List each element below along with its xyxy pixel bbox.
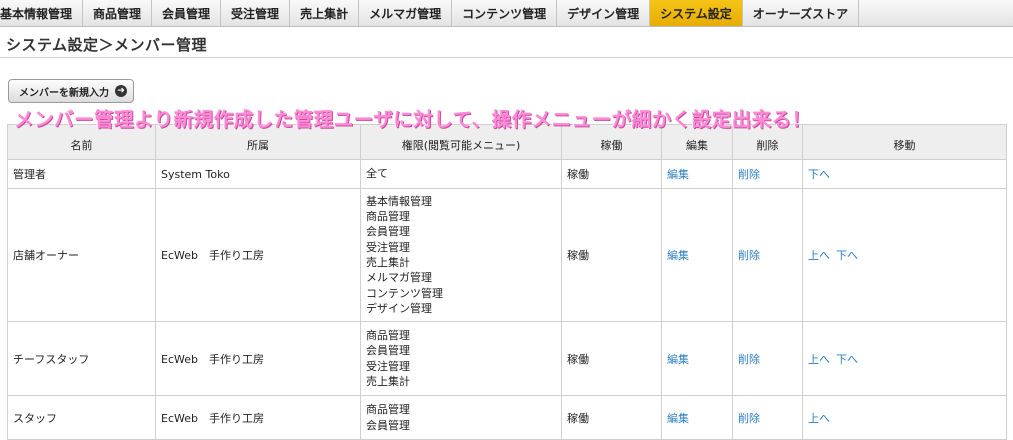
member-affiliation: EcWeb 手作り工房 — [161, 411, 264, 425]
move-down-link[interactable]: 下へ — [836, 353, 858, 366]
member-affiliation: EcWeb 手作り工房 — [161, 352, 264, 366]
member-name-cell: チーフスタッフ — [7, 321, 156, 396]
permission-item: 受注管理 — [366, 359, 410, 373]
member-name: スタッフ — [13, 411, 57, 425]
member-affiliation: EcWeb 手作り工房 — [161, 249, 264, 262]
permission-item: 商品管理 — [366, 403, 410, 417]
permission-item: 会員管理 — [366, 225, 410, 239]
nav-tab-4[interactable]: 売上集計 — [290, 0, 360, 26]
add-member-button-label: メンバーを新規入力 — [19, 87, 109, 99]
permissions-list: 基本情報管理 商品管理 会員管理 受注管理売上集計メルマガ管理 コンテンツ管理 デザイン管… — [366, 192, 556, 318]
permission-item: 売上集計 — [366, 374, 410, 388]
member-name: 管理者 — [13, 168, 46, 181]
permission-item: 会員管理 — [366, 344, 410, 358]
member-status-cell: 稼働 — [561, 159, 662, 189]
permission-item: 受注管理 — [366, 240, 410, 254]
permission-item: コンテンツ管理 — [366, 286, 443, 300]
permission-item: 全て — [366, 167, 388, 181]
edit-link[interactable]: 編集 — [667, 168, 689, 181]
member-name-cell: 店舗オーナー — [7, 188, 156, 322]
member-status: 稼働 — [567, 352, 589, 366]
nav-tab-9[interactable]: オーナーズストア — [743, 0, 860, 26]
permissions-list: 全て — [366, 164, 556, 183]
delete-link[interactable]: 削除 — [738, 412, 760, 425]
member-status: 稼働 — [567, 411, 589, 425]
add-member-button[interactable]: メンバーを新規入力 ➜ — [8, 79, 134, 103]
edit-link[interactable]: 編集 — [667, 353, 689, 366]
circle-arrow-right-icon: ➜ — [115, 85, 127, 97]
member-status: 稼働 — [567, 168, 589, 181]
member-name: 店舗オーナー — [13, 249, 79, 262]
delete-link-cell: 削除 — [732, 321, 803, 396]
table-row: 店舗オーナー EcWeb 手作り工房 基本情報管理 商品管理 会員管理 受注管理売上集計メ… — [7, 188, 1007, 322]
member-name: チーフスタッフ — [13, 352, 90, 366]
move-cell: 下へ — [802, 159, 1007, 189]
edit-link-cell: 編集 — [661, 321, 733, 396]
permissions-cell: 基本情報管理 商品管理 会員管理 受注管理売上集計メルマガ管理 コンテンツ管理 デザイン管… — [360, 188, 562, 322]
delete-link-cell: 削除 — [732, 159, 803, 189]
delete-link-cell: 削除 — [732, 188, 803, 322]
permission-item: 売上集計 — [366, 256, 410, 269]
members-table: 名前 所属 権限(閲覧可能メニュー) 稼働 編集 削除 移動 管理者 System Toko 全… — [7, 124, 1007, 440]
permission-item: デザイン管理 — [366, 301, 432, 315]
edit-link[interactable]: 編集 — [667, 412, 689, 425]
move-cell: 上へ 下へ — [802, 188, 1007, 322]
member-affiliation-cell: EcWeb 手作り工房 — [155, 321, 361, 396]
edit-link[interactable]: 編集 — [667, 249, 689, 262]
member-status-cell: 稼働 — [561, 188, 662, 322]
permission-item: 基本情報管理 — [366, 194, 432, 208]
delete-link[interactable]: 削除 — [738, 353, 760, 366]
top-nav: 基本情報管理 商品管理 会員管理 受注管理 売上集計 メルマガ管理 コンテンツ管理 デザイン管… — [0, 0, 1013, 27]
move-down-link[interactable]: 下へ — [836, 249, 858, 262]
edit-link-cell: 編集 — [661, 188, 733, 322]
permission-item: メルマガ管理 — [366, 271, 432, 285]
nav-tab-8[interactable]: システム設定 — [650, 0, 743, 26]
permissions-list: 商品管理会員管理 受注管理 売上集計 — [366, 326, 556, 391]
member-affiliation-cell: System Toko — [155, 159, 361, 189]
nav-tab-3[interactable]: 受注管理 — [221, 0, 291, 26]
member-status: 稼働 — [567, 249, 589, 262]
member-affiliation: System Toko — [161, 167, 230, 181]
delete-link[interactable]: 削除 — [738, 249, 760, 262]
permission-item: 商品管理 — [366, 210, 410, 224]
nav-tab-0[interactable]: 基本情報管理 — [0, 0, 84, 26]
move-up-link[interactable]: 上へ — [808, 249, 830, 262]
member-affiliation-cell: EcWeb 手作り工房 — [155, 188, 361, 322]
member-status-cell: 稼働 — [561, 321, 662, 396]
permissions-cell: 全て — [360, 159, 562, 189]
table-row: チーフスタッフ EcWeb 手作り工房 商品管理 会員管理 受注管理 売上集計 稼働 編集 削除… — [7, 321, 1007, 396]
move-cell: 上へ 下へ — [802, 321, 1007, 396]
nav-tab-2[interactable]: 会員管理 — [152, 0, 222, 26]
move-down-link[interactable]: 下へ — [808, 168, 830, 181]
page-title: システム設定＞メンバー管理 — [6, 36, 208, 54]
nav-tab-6[interactable]: コンテンツ管理 — [452, 0, 558, 26]
nav-tab-1[interactable]: 商品管理 — [83, 0, 153, 26]
column-header: 移動 — [802, 124, 1007, 160]
permission-item: 会員管理 — [366, 418, 410, 432]
permissions-list: 商品管理 会員管理 — [366, 400, 556, 435]
move-up-link[interactable]: 上へ — [808, 412, 830, 425]
nav-tab-5[interactable]: メルマガ管理 — [359, 0, 453, 26]
delete-link[interactable]: 削除 — [738, 168, 760, 181]
title-divider — [0, 57, 1013, 58]
table-row: 管理者 System Toko 全て 稼働 編集 削除 下へ — [7, 159, 1007, 189]
member-name-cell: 管理者 — [7, 159, 156, 189]
feature-caption: メンバー管理より新規作成した管理ユーザに対して、操作メニューが細かく設定出来る！ — [14, 108, 812, 131]
move-up-link[interactable]: 上へ — [808, 353, 830, 366]
nav-tab-7[interactable]: デザイン管理 — [557, 0, 651, 26]
edit-link-cell: 編集 — [661, 159, 733, 189]
permissions-cell: 商品管理会員管理 受注管理 売上集計 — [360, 321, 562, 396]
permission-item: 商品管理 — [366, 328, 410, 342]
